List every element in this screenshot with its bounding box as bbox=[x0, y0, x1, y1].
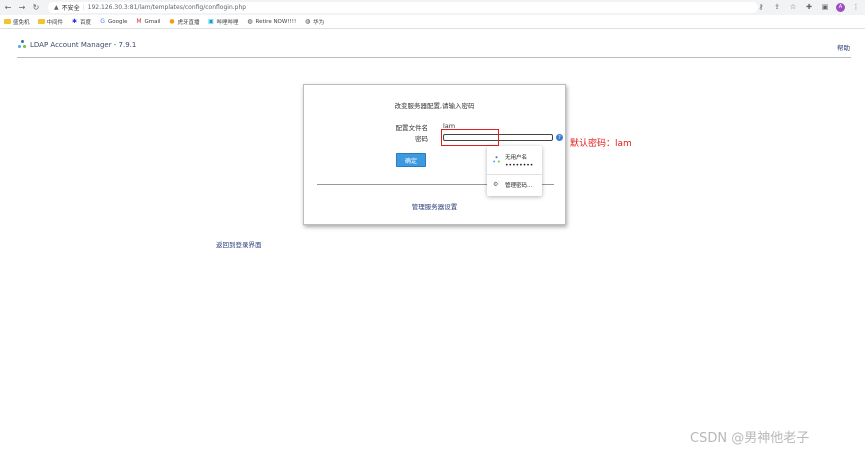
bookmark-item[interactable]: G Google bbox=[99, 18, 127, 25]
bookmark-label: 华为 bbox=[313, 19, 325, 26]
help-icon[interactable]: ? bbox=[556, 134, 563, 141]
address-bar[interactable]: ▲ 不安全 | 192.126.30.3:81/lam/templates/co… bbox=[48, 2, 758, 13]
help-link[interactable]: 帮助 bbox=[837, 42, 850, 52]
menu-icon[interactable]: ⋮ bbox=[851, 2, 861, 12]
bookmark-item[interactable]: ◍ 华为 bbox=[304, 18, 324, 26]
extensions-icon[interactable]: ✚ bbox=[804, 2, 814, 12]
app-title: LDAP Account Manager - 7.9.1 bbox=[30, 40, 137, 49]
back-to-login-link[interactable]: 返回到登录界面 bbox=[216, 239, 262, 249]
bookmark-label: Google bbox=[108, 18, 128, 25]
bookmark-item[interactable]: 盛免机 bbox=[4, 18, 30, 26]
gmail-icon: M bbox=[136, 18, 142, 25]
share-icon[interactable]: ⇪ bbox=[772, 2, 782, 12]
app-logo[interactable]: LDAP Account Manager - 7.9.1 bbox=[17, 40, 136, 49]
sidepanel-icon[interactable]: ▣ bbox=[820, 2, 830, 12]
bookmark-label: 虎牙直播 bbox=[177, 19, 200, 26]
star-icon[interactable]: ☆ bbox=[788, 2, 798, 12]
bookmark-label: 盛免机 bbox=[13, 19, 30, 26]
autofill-username[interactable]: 无用户名 bbox=[505, 153, 527, 161]
folder-icon bbox=[37, 19, 45, 24]
forward-arrow-icon[interactable]: → bbox=[16, 2, 28, 14]
reload-icon[interactable]: ↻ bbox=[30, 2, 42, 14]
url-text: 192.126.30.3:81/lam/templates/config/con… bbox=[87, 4, 247, 11]
bookmark-item[interactable]: 中间件 bbox=[37, 18, 64, 26]
profile-avatar[interactable]: A bbox=[836, 2, 845, 12]
highlight-rectangle bbox=[441, 129, 499, 146]
default-password-note: 默认密码：lam bbox=[570, 139, 632, 149]
bookmark-label: 哔哩哔哩 bbox=[216, 19, 239, 26]
warning-icon: ▲ bbox=[54, 4, 59, 11]
back-arrow-icon[interactable]: ← bbox=[2, 2, 14, 14]
paw-icon: ✱ bbox=[72, 18, 78, 25]
bookmark-label: 百度 bbox=[80, 19, 92, 26]
bookmark-item[interactable]: ✱ 百度 bbox=[71, 18, 91, 26]
security-label: 不安全 bbox=[61, 5, 80, 12]
address-separator: | bbox=[82, 4, 85, 11]
bookmark-item[interactable]: ● 虎牙直播 bbox=[169, 18, 200, 26]
globe-icon: ◍ bbox=[247, 18, 253, 25]
key-suggestion-icon bbox=[493, 156, 500, 163]
manage-passwords-item[interactable]: 管理密码... bbox=[505, 181, 532, 189]
password-label: 密码 bbox=[415, 135, 428, 143]
bookmark-item[interactable]: ▣ 哔哩哔哩 bbox=[208, 18, 239, 26]
bookmarks-bar: 盛免机 中间件 ✱ 百度 G Google M Gmail ● 虎牙直播 ▣ 哔哩哔哩 ◍… bbox=[0, 15, 865, 29]
bilibili-icon: ▣ bbox=[208, 18, 214, 25]
gear-icon: ⚙ bbox=[493, 181, 499, 188]
toolbar-actions: ⚷ ⇪ ☆ ✚ ▣ A ⋮ bbox=[756, 2, 861, 12]
autofill-password-mask[interactable]: •••••••• bbox=[505, 162, 533, 169]
autofill-divider bbox=[487, 174, 542, 175]
bookmark-label: Gmail bbox=[144, 18, 161, 25]
key-icon[interactable]: ⚷ bbox=[756, 2, 766, 12]
folder-icon bbox=[4, 19, 11, 24]
browser-toolbar: ← → ↻ ▲ 不安全 | 192.126.30.3:81/lam/templa… bbox=[0, 0, 865, 15]
bookmark-label: Retire NOW!!!! bbox=[255, 18, 297, 25]
bookmark-label: 中间件 bbox=[46, 19, 64, 26]
huya-icon: ● bbox=[169, 18, 175, 25]
password-autofill-popup: 无用户名 •••••••• ⚙ 管理密码... bbox=[487, 146, 542, 196]
globe-icon: ◍ bbox=[305, 18, 311, 25]
google-icon: G bbox=[100, 18, 105, 25]
ok-button[interactable]: 确定 bbox=[396, 153, 426, 167]
lam-logo-icon bbox=[17, 40, 27, 49]
watermark: CSDN @男神他老子 bbox=[690, 431, 810, 446]
manage-server-settings-link[interactable]: 管理服务器设置 bbox=[304, 201, 565, 211]
bookmark-item[interactable]: M Gmail bbox=[135, 18, 160, 25]
bookmark-item[interactable]: ◍ Retire NOW!!!! bbox=[247, 18, 297, 25]
profile-label: 配置文件名 bbox=[395, 124, 429, 132]
box-title: 改变服务器配置,请输入密码 bbox=[394, 102, 475, 110]
page-header: LDAP Account Manager - 7.9.1 帮助 bbox=[17, 38, 851, 58]
